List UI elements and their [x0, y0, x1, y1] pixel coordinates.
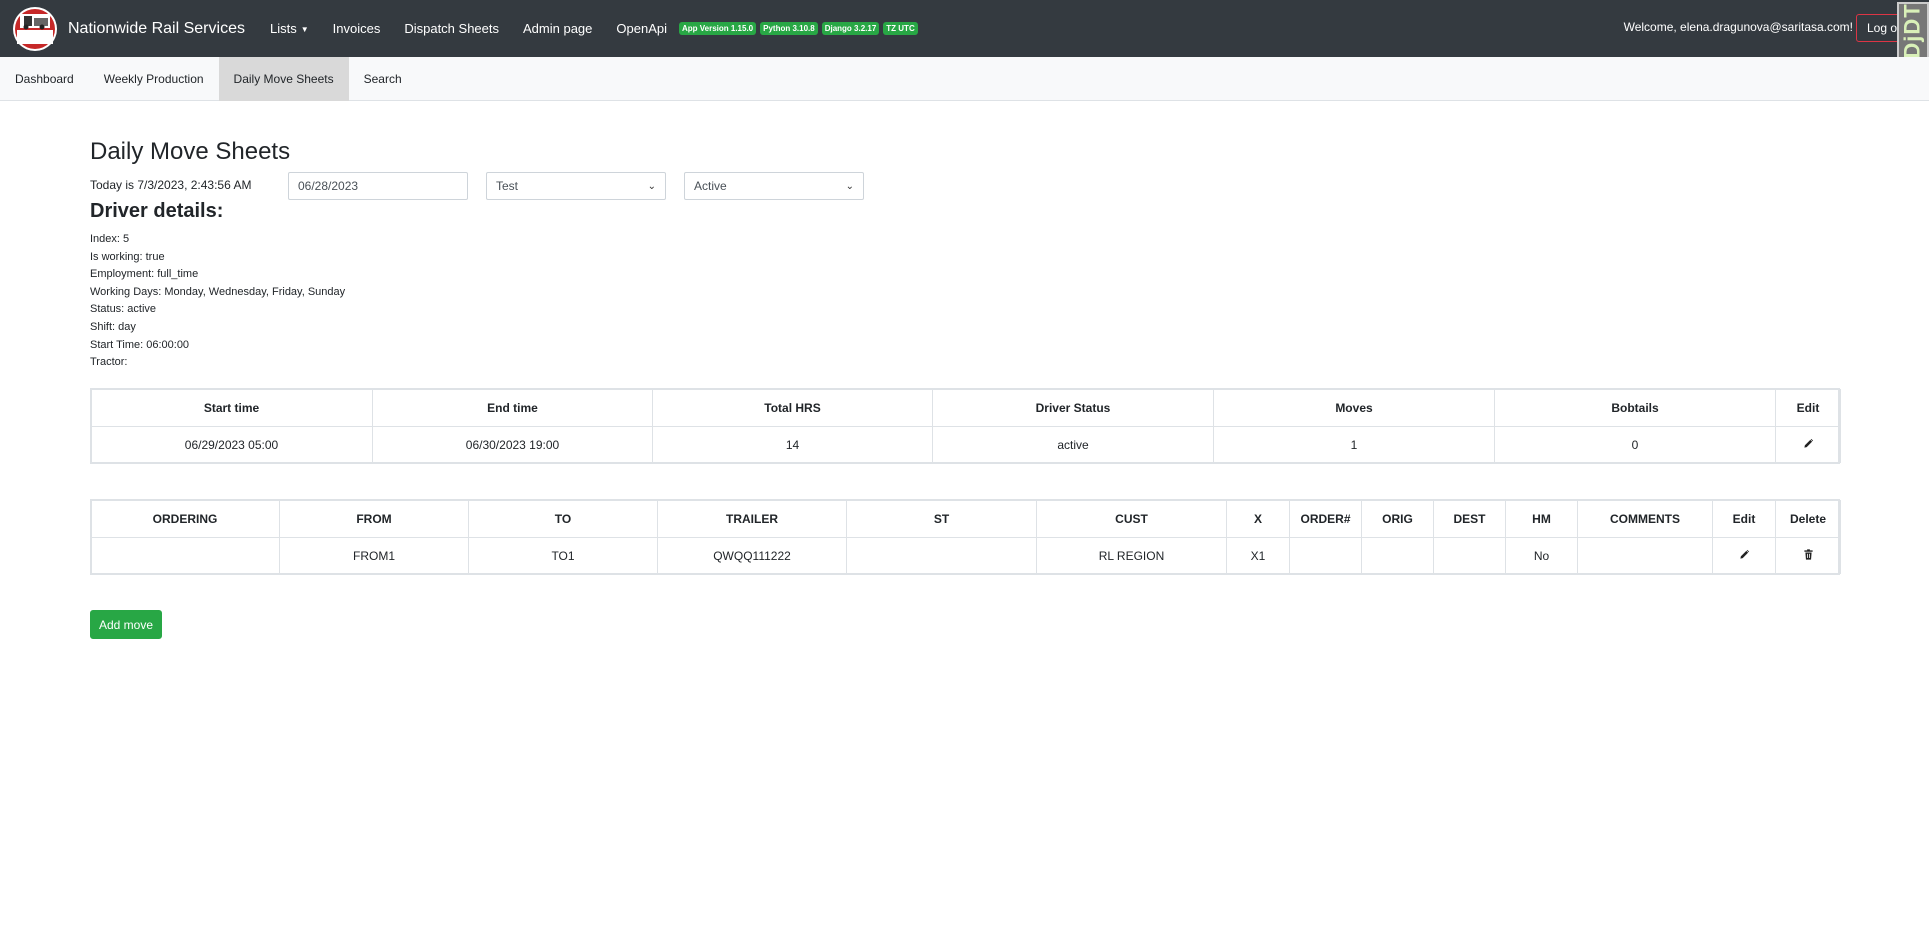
today-text: Today is 7/3/2023, 2:43:56 AM [90, 178, 252, 192]
chevron-down-icon: ⌄ [647, 180, 656, 192]
moves-table: ORDERING FROM TO TRAILER ST CUST X ORDER… [90, 500, 1841, 574]
cell-end-time: 06/30/2023 19:00 [372, 426, 653, 463]
cell-total-hrs: 14 [652, 426, 933, 463]
driver-details: Index: 5 Is working: true Employment: fu… [90, 231, 345, 372]
cell-to: TO1 [468, 537, 658, 574]
driver-select-value: Test [496, 179, 519, 193]
sub-navigation: Dashboard Weekly Production Daily Move S… [0, 57, 1929, 101]
column-header: Delete [1775, 500, 1841, 538]
cell-hm: No [1505, 537, 1578, 574]
column-header: COMMENTS [1577, 500, 1713, 538]
nav-lists-label: Lists [269, 21, 297, 36]
detail-tractor: Tractor: [90, 356, 128, 369]
column-header: X [1226, 500, 1290, 538]
column-header: CUST [1036, 500, 1227, 538]
date-input[interactable]: 06/28/2023 [288, 172, 468, 200]
djdt-label: DjDT [1900, 3, 1926, 59]
add-move-button[interactable]: Add move [90, 610, 162, 639]
table-row: FROM1 TO1 QWQQ111222 RL REGION X1 No [90, 537, 1841, 574]
column-header: End time [372, 389, 653, 427]
app-version-badge: App Version 1.15.0 [678, 22, 757, 35]
column-header: ST [846, 500, 1037, 538]
cell-comments [1577, 537, 1713, 574]
nav-admin-page[interactable]: Admin page [511, 21, 604, 36]
tab-dashboard[interactable]: Dashboard [0, 57, 89, 101]
detail-status: Status: active [90, 303, 157, 316]
column-header: FROM [279, 500, 469, 538]
column-header: Edit [1775, 389, 1841, 427]
column-header: Bobtails [1494, 389, 1776, 427]
cell-delete [1775, 537, 1841, 574]
nrs-logo-icon[interactable] [11, 5, 59, 53]
cell-bobtails: 0 [1494, 426, 1776, 463]
cell-st [846, 537, 1037, 574]
detail-is-working: Is working: true [90, 250, 165, 263]
cell-driver-status: active [932, 426, 1214, 463]
tab-weekly-production[interactable]: Weekly Production [89, 57, 219, 101]
cell-trailer: QWQQ111222 [657, 537, 847, 574]
django-version-badge: Django 3.2.17 [821, 22, 880, 35]
status-select[interactable]: Active ⌄ [684, 172, 864, 200]
table-row: 06/29/2023 05:00 06/30/2023 19:00 14 act… [90, 426, 1841, 463]
detail-working-days: Working Days: Monday, Wednesday, Friday,… [90, 285, 346, 298]
tab-daily-move-sheets[interactable]: Daily Move Sheets [218, 57, 349, 101]
cell-x: X1 [1226, 537, 1290, 574]
page-title: Daily Move Sheets [90, 138, 291, 165]
brand-title[interactable]: Nationwide Rail Services [68, 20, 245, 38]
cell-orig [1361, 537, 1434, 574]
detail-employment: Employment: full_time [90, 268, 199, 281]
welcome-text: Welcome, elena.dragunova@saritasa.com! [1623, 20, 1853, 34]
column-header: ORDER# [1289, 500, 1362, 538]
column-header: Total HRS [652, 389, 933, 427]
timezone-badge: TZ UTC [883, 22, 918, 35]
driver-select[interactable]: Test ⌄ [486, 172, 666, 200]
pencil-icon[interactable] [1801, 437, 1815, 451]
column-header: ORIG [1361, 500, 1434, 538]
chevron-down-icon: ⌄ [845, 180, 854, 192]
python-version-badge: Python 3.10.8 [760, 22, 818, 35]
cell-edit [1775, 426, 1841, 463]
column-header: TRAILER [657, 500, 847, 538]
nav-dispatch-sheets[interactable]: Dispatch Sheets [392, 21, 511, 36]
pencil-icon[interactable] [1737, 548, 1751, 562]
column-header: DEST [1433, 500, 1506, 538]
cell-edit [1712, 537, 1776, 574]
nav-lists-dropdown[interactable]: Lists ▼ [258, 21, 321, 36]
cell-start-time: 06/29/2023 05:00 [90, 426, 373, 463]
nav-invoices[interactable]: Invoices [321, 21, 393, 36]
cell-from: FROM1 [279, 537, 469, 574]
caret-down-icon: ▼ [300, 25, 309, 35]
column-header: HM [1505, 500, 1578, 538]
driver-details-title: Driver details: [90, 200, 224, 222]
django-debug-toolbar-handle[interactable]: DjDT [1897, 2, 1929, 60]
version-badges: App Version 1.15.0 Python 3.10.8 Django … [678, 22, 922, 35]
cell-dest [1433, 537, 1506, 574]
column-header: TO [468, 500, 658, 538]
column-header: Start time [90, 389, 373, 427]
trash-icon[interactable] [1801, 548, 1815, 562]
column-header: Driver Status [932, 389, 1214, 427]
date-value: 06/28/2023 [298, 179, 359, 193]
cell-cust: RL REGION [1036, 537, 1227, 574]
detail-shift: Shift: day [90, 320, 136, 333]
nav-links: Lists ▼ Invoices Dispatch Sheets Admin pa… [258, 21, 679, 36]
cell-moves: 1 [1213, 426, 1495, 463]
top-navbar: Nationwide Rail Services Lists ▼ Invoices… [0, 0, 1929, 60]
tab-search[interactable]: Search [349, 57, 417, 101]
table-header-row: Start time End time Total HRS Driver Sta… [90, 389, 1841, 427]
column-header: ORDERING [90, 500, 280, 538]
detail-start-time: Start Time: 06:00:00 [90, 338, 190, 351]
cell-order-number [1289, 537, 1362, 574]
column-header: Edit [1712, 500, 1776, 538]
shift-table: Start time End time Total HRS Driver Sta… [90, 389, 1841, 463]
table-header-row: ORDERING FROM TO TRAILER ST CUST X ORDER… [90, 500, 1841, 538]
status-select-value: Active [694, 179, 727, 193]
nav-openapi[interactable]: OpenApi [604, 21, 679, 36]
column-header: Moves [1213, 389, 1495, 427]
detail-index: Index: 5 [90, 233, 130, 245]
cell-ordering [90, 537, 280, 574]
